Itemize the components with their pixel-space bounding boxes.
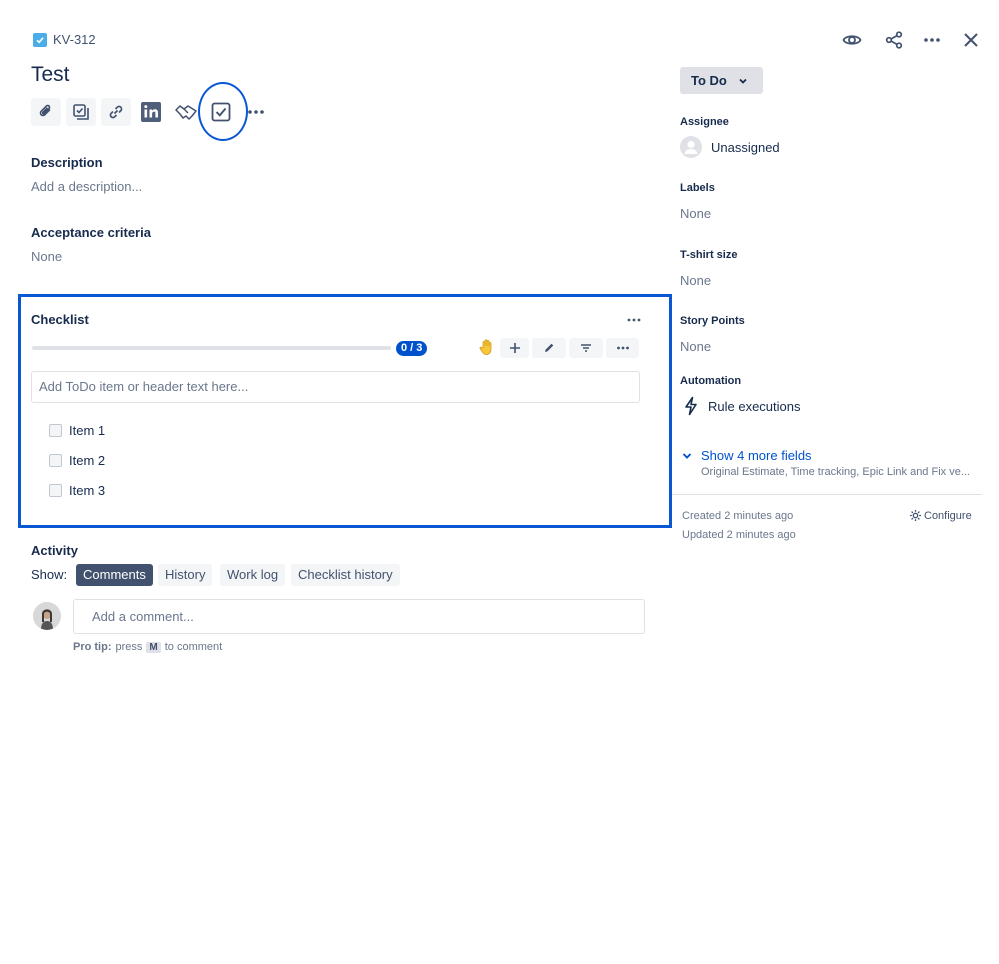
comment-input[interactable]: Add a comment... [73, 599, 645, 634]
edit-checklist-button[interactable] [532, 338, 566, 358]
plus-icon [509, 343, 520, 353]
item-checkbox[interactable] [49, 484, 62, 497]
add-subtask-button[interactable] [66, 98, 96, 126]
updated-timestamp: Updated 2 minutes ago [682, 529, 796, 541]
pencil-icon [545, 343, 554, 352]
checklist-item[interactable]: Item 3 [49, 483, 105, 498]
wave-hand-icon[interactable] [477, 337, 497, 357]
add-item-button[interactable] [500, 338, 529, 358]
more-icon [627, 318, 641, 322]
show-more-fields-button[interactable]: Show 4 more fields [681, 448, 812, 463]
story-points-value[interactable]: None [680, 339, 711, 354]
chevron-down-icon [739, 78, 747, 84]
item-label: Item 2 [69, 453, 106, 468]
eye-icon[interactable] [842, 30, 862, 50]
shortcut-key: M [146, 641, 161, 653]
item-label: Item 1 [69, 423, 106, 438]
item-checkbox[interactable] [49, 454, 62, 467]
checklist-menu-button[interactable] [624, 311, 644, 329]
pro-tip: Pro tip: press M to comment [73, 641, 222, 653]
show-more-label: Show 4 more fields [701, 448, 812, 463]
filter-icon [581, 344, 591, 352]
pro-tip-rest: to comment [164, 641, 223, 653]
labels-label: Labels [680, 182, 715, 194]
assignee-value: Unassigned [711, 139, 780, 155]
checklist-item[interactable]: Item 1 [49, 423, 105, 438]
tshirt-size-value[interactable]: None [680, 273, 711, 288]
pro-tip-press: press [115, 641, 143, 653]
pro-tip-label: Pro tip: [73, 641, 112, 653]
assignee-field[interactable]: Unassigned [680, 136, 780, 158]
status-label: To Do [691, 73, 727, 88]
checklist-progress-track [32, 346, 391, 350]
description-field[interactable]: Add a description... [31, 179, 142, 194]
checklist-highlight-box [18, 294, 672, 528]
divider [672, 494, 982, 495]
linkedin-icon [141, 102, 161, 122]
attach-button[interactable] [31, 98, 61, 126]
rule-executions-label: Rule executions [708, 398, 801, 414]
checklist-button-highlight [198, 82, 248, 141]
status-dropdown[interactable]: To Do [680, 67, 763, 94]
gear-icon [910, 510, 921, 521]
close-icon[interactable] [961, 30, 981, 50]
lightning-icon [685, 396, 697, 416]
hand-shake-icon [175, 105, 197, 120]
story-points-label: Story Points [680, 315, 745, 327]
automation-label: Automation [680, 375, 742, 387]
story-type-icon [33, 32, 47, 47]
more-icon[interactable] [922, 30, 942, 50]
checklist-title: Checklist [31, 312, 89, 327]
tab-history[interactable]: History [158, 564, 213, 586]
issue-title[interactable]: Test [31, 63, 70, 87]
acceptance-criteria-label: Acceptance criteria [31, 225, 151, 240]
share-icon[interactable] [884, 30, 904, 50]
checklist-more-button[interactable] [606, 338, 639, 358]
linkedin-button[interactable] [136, 98, 166, 126]
issue-key[interactable]: KV-312 [53, 32, 96, 47]
tab-work-log[interactable]: Work log [220, 564, 286, 586]
more-fields-summary: Original Estimate, Time tracking, Epic L… [701, 466, 970, 478]
checklist-item[interactable]: Item 2 [49, 453, 105, 468]
configure-label: Configure [924, 509, 972, 522]
show-label: Show: [31, 567, 68, 582]
link-issue-button[interactable] [101, 98, 131, 126]
acceptance-criteria-value[interactable]: None [31, 249, 62, 264]
rule-executions-link[interactable]: Rule executions [683, 396, 801, 416]
labels-value[interactable]: None [680, 206, 711, 221]
user-avatar-icon [680, 136, 702, 158]
handshake-button[interactable] [171, 98, 201, 126]
tab-checklist-history[interactable]: Checklist history [291, 564, 400, 586]
assignee-label: Assignee [680, 116, 729, 128]
activity-label: Activity [31, 543, 78, 558]
filter-checklist-button[interactable] [569, 338, 603, 358]
issue-key-link[interactable]: KV-312 [33, 32, 96, 47]
avatar [33, 602, 61, 630]
chevron-down-icon [682, 452, 692, 459]
attach-icon [39, 104, 51, 117]
description-label: Description [31, 155, 103, 170]
item-label: Item 3 [69, 483, 106, 498]
configure-button[interactable]: Configure [909, 509, 972, 522]
link-icon [109, 105, 123, 119]
created-timestamp: Created 2 minutes ago [682, 510, 794, 522]
tab-comments[interactable]: Comments [76, 564, 153, 586]
add-todo-input[interactable]: Add ToDo item or header text here... [31, 371, 640, 403]
checklist-progress-badge: 0 / 3 [396, 341, 428, 356]
tshirt-size-label: T-shirt size [680, 249, 738, 261]
more-icon [616, 346, 629, 350]
item-checkbox[interactable] [49, 424, 62, 437]
more-icon [248, 110, 264, 114]
subtask-icon [73, 104, 89, 120]
